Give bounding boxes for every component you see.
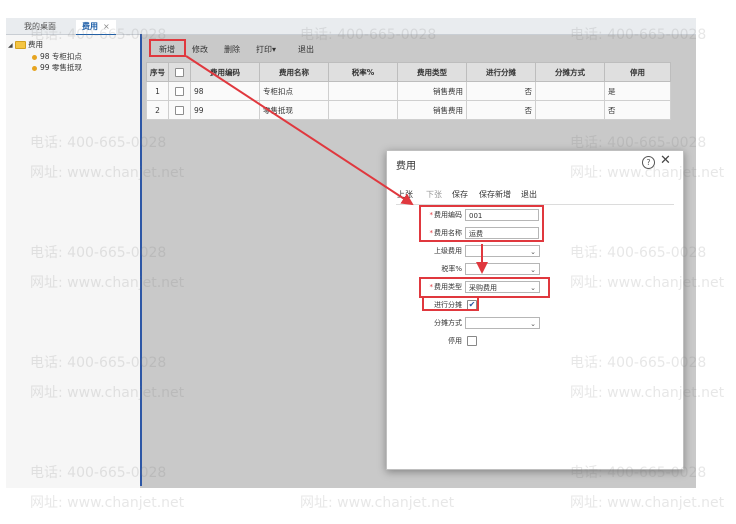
annotation-arrows — [185, 55, 488, 274]
arrow-to-dialog — [185, 55, 414, 206]
